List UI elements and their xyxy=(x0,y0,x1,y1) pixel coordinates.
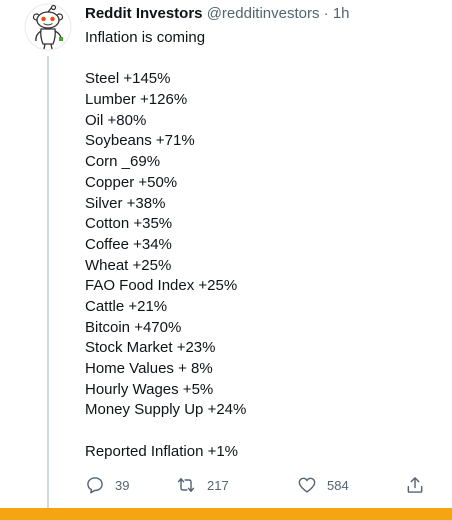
heart-icon xyxy=(298,477,316,493)
tweet-text: Inflation is coming Steel +145% Lumber +1… xyxy=(85,28,435,462)
avatar[interactable] xyxy=(24,3,72,51)
tweet-footer-line: Reported Inflation +1% xyxy=(85,442,239,460)
like-button[interactable]: 584 xyxy=(297,474,349,496)
snoo-avatar-icon xyxy=(24,3,72,51)
retweet-count: 217 xyxy=(207,477,229,493)
tweet-header: Reddit Investors @redditinvestors · 1h xyxy=(85,4,350,24)
list-item: Silver +38% xyxy=(85,194,166,212)
list-item: Cotton +35% xyxy=(85,215,173,233)
list-item: Steel +145% xyxy=(85,70,171,88)
list-item: Wheat +25% xyxy=(85,256,172,274)
list-item: FAO Food Index +25% xyxy=(85,277,238,295)
list-item: Money Supply Up +24% xyxy=(85,401,247,419)
list-item: Soybeans +71% xyxy=(85,132,195,150)
reply-button[interactable]: 39 xyxy=(85,474,129,496)
list-item: Oil +80% xyxy=(85,111,147,129)
list-item: Stock Market +23% xyxy=(85,339,216,357)
retweet-button[interactable]: 217 xyxy=(175,474,229,496)
tweet-intro: Inflation is coming xyxy=(85,29,206,46)
author-name[interactable]: Reddit Investors xyxy=(85,5,203,22)
thread-line xyxy=(47,56,49,508)
like-count: 584 xyxy=(327,477,349,493)
retweet-icon xyxy=(177,478,195,492)
tweet-timestamp[interactable]: 1h xyxy=(333,5,350,22)
reply-icon xyxy=(87,477,103,494)
reply-count: 39 xyxy=(115,477,130,493)
tweet-actions: 39 217 584 xyxy=(85,474,430,496)
list-item: Coffee +34% xyxy=(85,235,172,253)
list-item: Bitcoin +470% xyxy=(85,318,182,336)
accent-bar xyxy=(0,508,452,520)
list-item: Hourly Wages +5% xyxy=(85,380,214,398)
share-button[interactable] xyxy=(405,474,425,496)
share-icon xyxy=(407,477,423,493)
list-item: Cattle +21% xyxy=(85,297,168,315)
tweet-card[interactable]: Reddit Investors @redditinvestors · 1h I… xyxy=(0,0,452,508)
separator-dot: · xyxy=(323,5,329,22)
list-item: Copper +50% xyxy=(85,173,178,191)
list-item: Lumber +126% xyxy=(85,91,188,109)
list-item: Corn _69% xyxy=(85,153,161,171)
list-item: Home Values + 8% xyxy=(85,360,213,377)
commodity-list: Steel +145% Lumber +126% Oil +80% Soybeans … xyxy=(85,69,435,421)
author-handle[interactable]: @redditinvestors xyxy=(207,5,320,22)
